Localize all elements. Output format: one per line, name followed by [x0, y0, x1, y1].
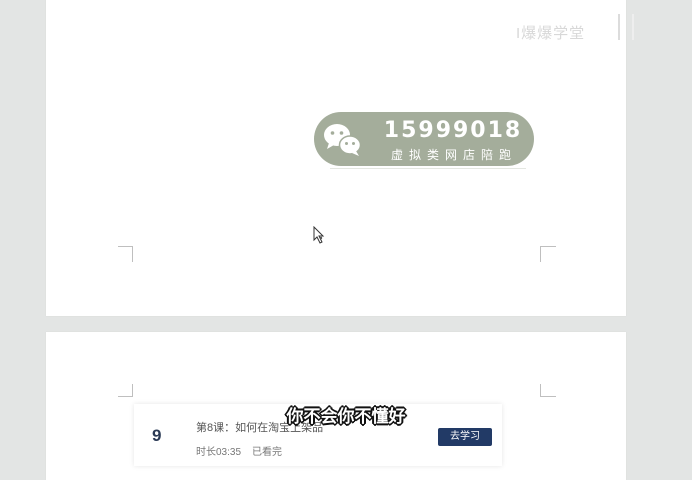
margin-mark-top-right-vertical	[540, 384, 541, 397]
lesson-number: 9	[152, 426, 162, 445]
margin-mark-top-left	[118, 396, 132, 397]
margin-mark-top-right	[540, 396, 556, 397]
contact-subtitle: 虚拟类网店陪跑	[390, 148, 517, 162]
margin-mark-top-left-vertical	[132, 384, 133, 397]
contact-badge: 15999018 虚拟类网店陪跑	[314, 112, 534, 166]
margin-mark-bottom-left-vertical	[132, 246, 133, 262]
contact-number: 15999018	[383, 118, 523, 143]
margin-mark-bottom-right-vertical	[540, 246, 541, 262]
channel-watermark: I爆爆学堂	[516, 25, 586, 42]
wechat-icon	[324, 124, 362, 156]
watermark-mark	[618, 14, 634, 40]
margin-mark-bottom-right	[540, 246, 556, 247]
badge-underline	[330, 168, 526, 169]
lesson-status: 已看完	[252, 447, 282, 458]
margin-mark-bottom-left	[118, 246, 133, 247]
video-subtitle: 你不会你不懂好	[286, 407, 406, 426]
go-study-button[interactable]: 去学习	[438, 428, 492, 446]
lesson-duration: 时长03:35	[196, 447, 242, 458]
mouse-cursor-icon	[313, 226, 325, 244]
